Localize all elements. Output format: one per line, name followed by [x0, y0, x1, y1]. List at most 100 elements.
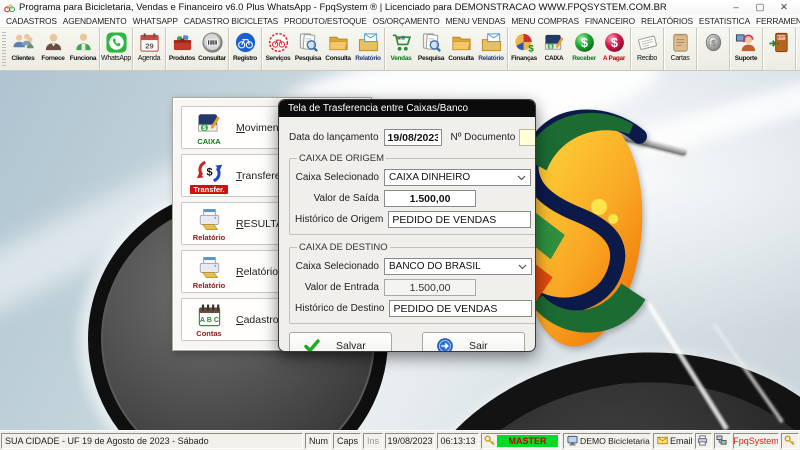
toolbar-caixa[interactable]: $ CAIXA — [539, 29, 569, 70]
app-logo-icon — [4, 2, 15, 13]
dialog-titlebar[interactable]: Tela de Trasferencia entre Caixas/Banco — [279, 100, 535, 117]
toolbar-moeda[interactable]: $ — [698, 29, 728, 70]
products-box-icon — [171, 31, 194, 54]
report-printer-icon — [195, 206, 224, 233]
destino-caixa-select[interactable]: BANCO DO BRASIL — [384, 258, 532, 275]
toolbar-consulta-vendas[interactable]: Consulta — [446, 29, 476, 70]
svg-text:$: $ — [711, 38, 716, 48]
menu-os-orcamento[interactable]: OS/ORÇAMENTO — [370, 16, 443, 26]
folder-icon — [450, 31, 473, 54]
menu-produto-estoque[interactable]: PRODUTO/ESTOQUE — [281, 16, 370, 26]
menu-cadastro-bicicletas[interactable]: CADASTRO BICICLETAS — [181, 16, 281, 26]
key-icon — [784, 435, 795, 446]
cart-icon — [390, 31, 413, 54]
toolbar-consulta-os[interactable]: Consulta — [323, 29, 353, 70]
cashbook-icon: $ — [195, 110, 224, 137]
fpqsystem-logo — [520, 106, 662, 358]
status-app-name: DEMO Bicicletaria 6.0 — [563, 433, 651, 449]
valor-saida-input[interactable] — [384, 190, 476, 207]
menu-cadastros[interactable]: CADASTROS — [3, 16, 60, 26]
support-headset-icon — [735, 31, 758, 54]
svg-text:EXIT: EXIT — [777, 36, 784, 40]
toolbar-suporte[interactable]: Suporte — [731, 29, 761, 70]
toolbar-relatorio-os[interactable]: Relatório — [353, 29, 383, 70]
cashbook-icon: $ — [543, 31, 566, 54]
origem-legend: CAIXA DE ORIGEM — [297, 153, 386, 164]
valor-entrada-label: Valor de Entrada — [295, 282, 379, 293]
pay-money-icon: $ — [603, 31, 626, 54]
historico-destino-label: Histórico de Destino — [295, 303, 384, 314]
menu-ferramentas[interactable]: FERRAMENTAS — [753, 16, 800, 26]
menu-vendas[interactable]: MENU VENDAS — [443, 16, 509, 26]
toolbar-agenda[interactable]: 29 Agenda — [134, 29, 164, 70]
folder-icon — [327, 31, 350, 54]
document-label: Nº Documento — [451, 132, 516, 143]
statusbar: SUA CIDADE - UF 19 de Agosto de 2023 - S… — [0, 430, 800, 450]
svg-text:$: $ — [206, 166, 212, 178]
chevron-down-icon — [518, 264, 527, 270]
status-user: MASTER — [481, 433, 561, 449]
destino-legend: CAIXA DE DESTINO — [297, 242, 390, 253]
status-caps-lock: Caps — [333, 433, 361, 449]
toolbar-produtos[interactable]: Produtos — [167, 29, 197, 70]
historico-destino-input[interactable] — [389, 300, 532, 317]
valor-entrada-input[interactable] — [384, 279, 476, 296]
toolbar-servicos[interactable]: Serviços — [263, 29, 293, 70]
historico-origem-label: Histórico de Origem — [295, 214, 383, 225]
valor-saida-label: Valor de Saída — [295, 193, 379, 204]
salvar-button[interactable]: Salvar — [289, 332, 392, 352]
historico-origem-input[interactable] — [388, 211, 531, 228]
toolbar: Clientes Fornece Funciona WhatsApp 29 Ag… — [0, 28, 800, 71]
toolbar-financas[interactable]: $ Finanças — [509, 29, 539, 70]
employee-icon — [72, 31, 95, 54]
status-date: 19/08/2023 — [385, 433, 435, 449]
toolbar-drag-handle[interactable] — [2, 32, 6, 66]
report-folder-icon — [480, 31, 503, 54]
toolbar-cartas[interactable]: Cartas — [665, 29, 695, 70]
toolbar-relatorio-vendas[interactable]: Relatório — [476, 29, 506, 70]
toolbar-consultar-barcode[interactable]: Consultar — [197, 29, 227, 70]
supplier-icon — [42, 31, 65, 54]
toolbar-a-pagar[interactable]: $ A Pagar — [599, 29, 629, 70]
toolbar-funcionarios[interactable]: Funciona — [68, 29, 98, 70]
printer-icon — [697, 435, 708, 446]
menu-whatsapp[interactable]: WHATSAPP — [130, 16, 181, 26]
toolbar-registro[interactable]: Registro — [230, 29, 260, 70]
computer-icon — [567, 435, 578, 446]
toolbar-receber[interactable]: $ Receber — [569, 29, 599, 70]
origem-caixa-select[interactable]: CAIXA DINHEIRO — [384, 169, 531, 186]
report-printer-icon — [195, 254, 224, 281]
status-brand: FpqSystem — [733, 433, 779, 449]
toolbar-fornecedores[interactable]: Fornece — [38, 29, 68, 70]
menu-agendamento[interactable]: AGENDAMENTO — [60, 16, 130, 26]
menubar: CADASTROS AGENDAMENTO WHATSAPP CADASTRO … — [0, 14, 800, 28]
menu-relatorios[interactable]: RELATÓRIOS — [638, 16, 696, 26]
svg-text:$: $ — [611, 36, 618, 50]
menu-estatistica[interactable]: ESTATISTICA — [696, 16, 753, 26]
toolbar-whatsapp[interactable]: WhatsApp — [101, 29, 131, 70]
search-doc-icon — [297, 31, 320, 54]
sair-button[interactable]: Sair — [422, 332, 525, 352]
arrow-exit-icon — [437, 338, 453, 353]
toolbar-sair[interactable]: EXIT — [764, 29, 794, 70]
status-location: SUA CIDADE - UF 19 de Agosto de 2023 - S… — [1, 433, 303, 449]
search-doc-icon — [420, 31, 443, 54]
key-icon — [484, 435, 495, 446]
svg-text:A B C: A B C — [199, 315, 218, 323]
maximize-button[interactable]: ▢ — [748, 1, 772, 14]
close-button[interactable]: ✕ — [772, 1, 796, 14]
toolbar-vendas[interactable]: Vendas — [386, 29, 416, 70]
status-insert: Ins — [363, 433, 383, 449]
date-input[interactable] — [384, 129, 442, 146]
toolbar-pesquisa-os[interactable]: Pesquisa — [293, 29, 323, 70]
toolbar-recibo[interactable]: Recibo — [632, 29, 662, 70]
clients-icon — [12, 31, 35, 54]
toolbar-clientes[interactable]: Clientes — [8, 29, 38, 70]
minimize-button[interactable]: – — [724, 1, 748, 14]
menu-financeiro[interactable]: FINANCEIRO — [582, 16, 638, 26]
toolbar-pesquisa-vendas[interactable]: Pesquisa — [416, 29, 446, 70]
menu-compras[interactable]: MENU COMPRAS — [508, 16, 582, 26]
origem-caixa-label: Caixa Selecionado — [295, 172, 379, 183]
document-input[interactable] — [519, 129, 536, 146]
svg-text:29: 29 — [145, 41, 154, 50]
